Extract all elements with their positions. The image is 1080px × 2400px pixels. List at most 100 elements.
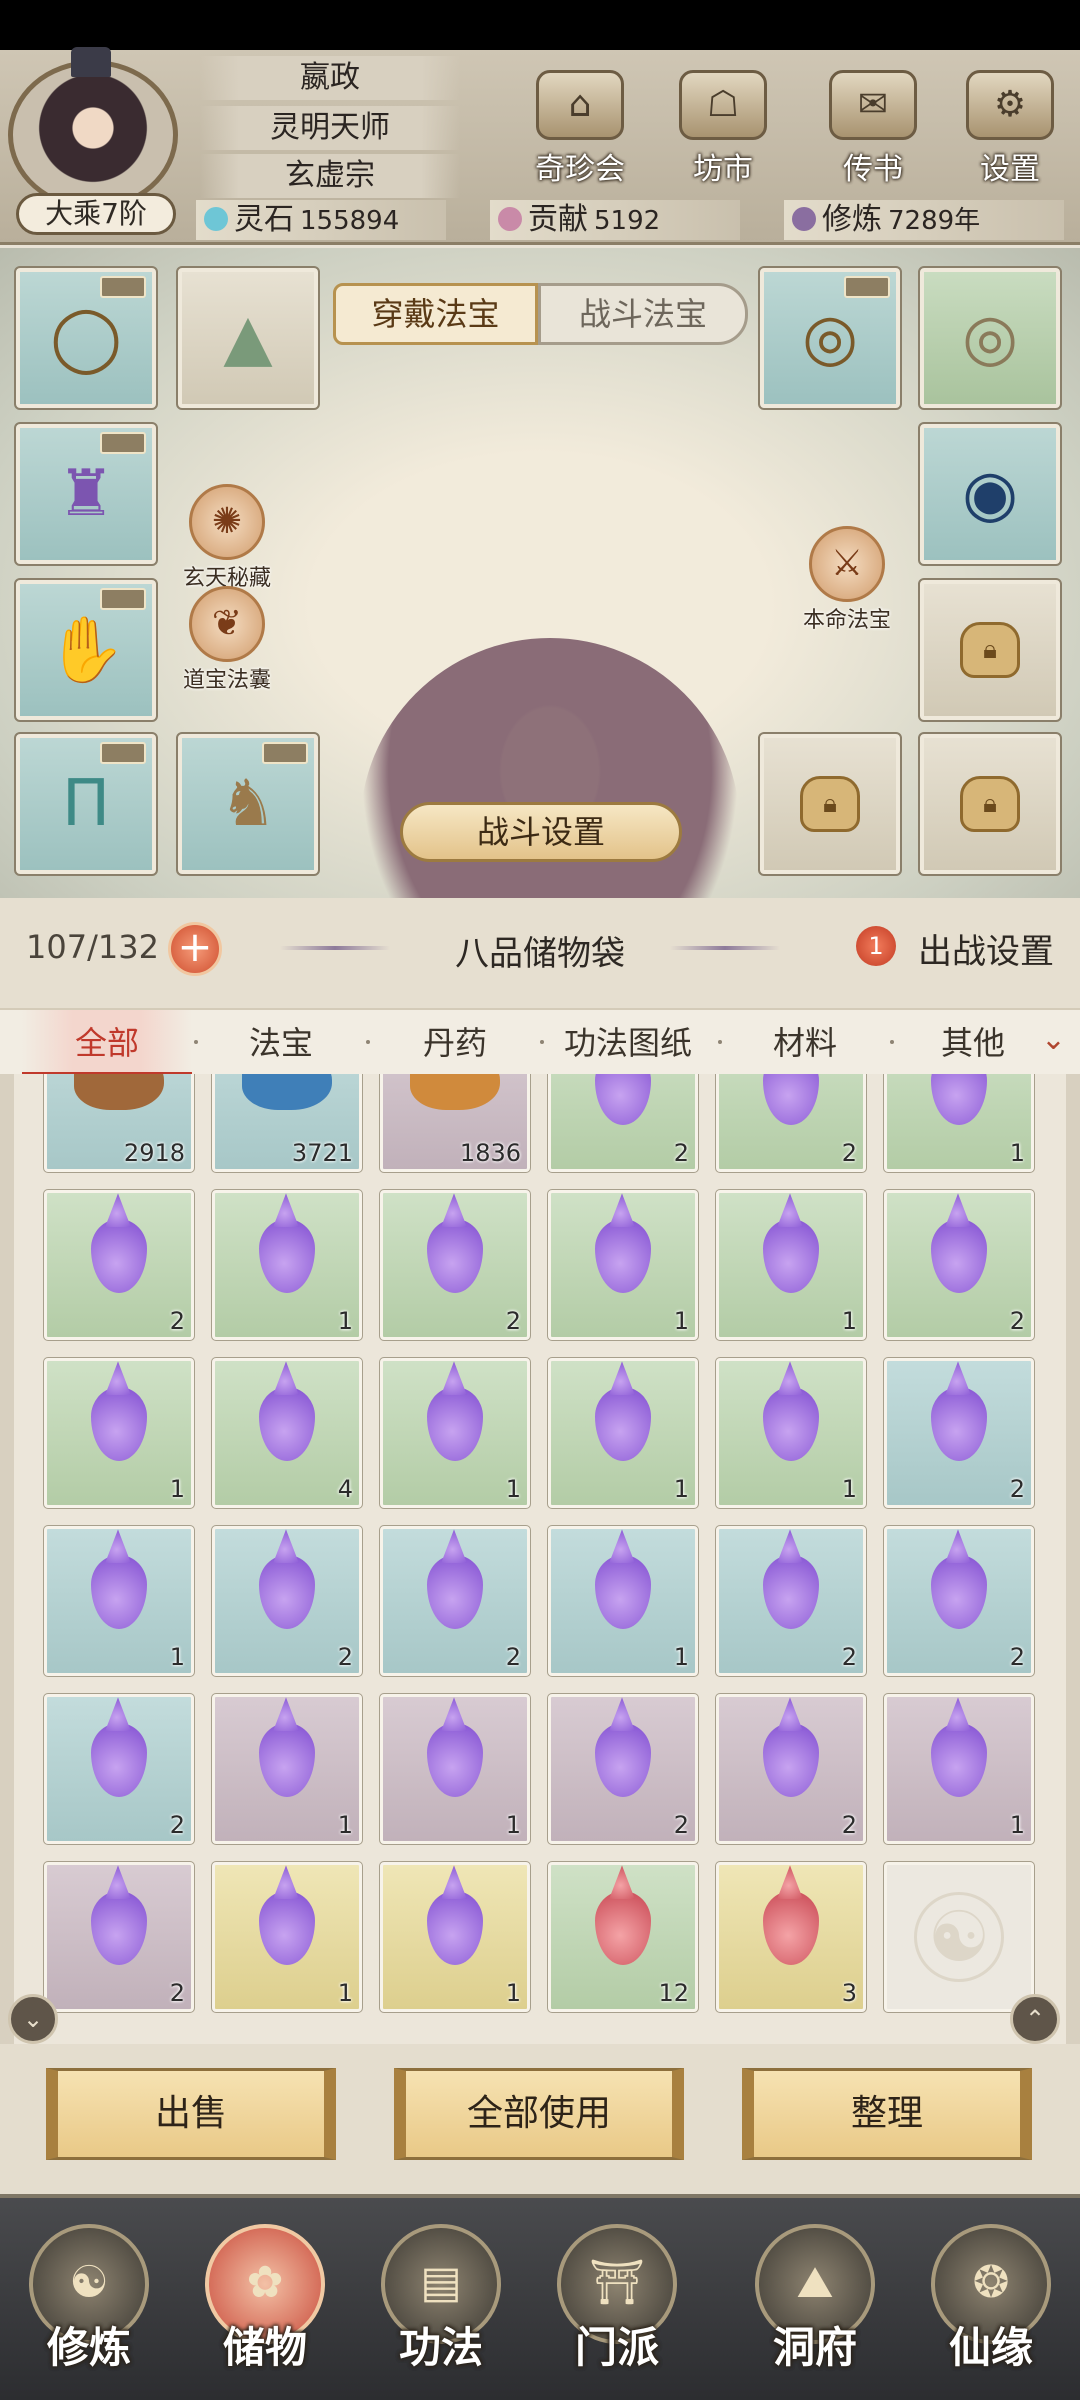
inventory-item[interactable]: 1 [883,1074,1035,1173]
inventory-item[interactable]: 2 [715,1525,867,1677]
tab-treasures[interactable]: 法宝 [196,1010,366,1076]
expand-bag-button[interactable]: + [168,922,222,976]
inventory-item[interactable]: 12 [547,1861,699,2013]
item-count: 2 [169,1811,185,1839]
inventory-item[interactable]: 1 [211,1189,363,1341]
inventory-item[interactable]: 2 [883,1525,1035,1677]
inventory-item[interactable]: 1 [43,1357,195,1509]
tab-materials[interactable]: 材料 [720,1010,890,1076]
item-count: 12 [658,1979,689,2007]
inventory-item[interactable]: 1 [43,1525,195,1677]
inventory-item[interactable]: 2 [43,1693,195,1845]
nav-sect[interactable]: ⛩ 门派 [542,2224,692,2394]
inventory-item[interactable]: 1 [211,1861,363,2013]
robe-slot[interactable]: ♜ [14,422,158,566]
player-name: 嬴政 [200,56,460,100]
inventory-item[interactable]: 2 [43,1189,195,1341]
item-count: 2918 [123,1139,185,1167]
inventory-item[interactable]: 2 [883,1357,1035,1509]
inventory-item[interactable]: 2 [211,1525,363,1677]
spirit-essence-drop-icon [427,1555,483,1630]
inventory-item[interactable]: 1 [715,1357,867,1509]
inventory-item[interactable]: 1 [547,1189,699,1341]
nav-cave[interactable]: ⛰ 洞府 [740,2224,890,2394]
hat-slot[interactable]: ▲ [176,266,320,410]
spirit-essence-drop-icon [427,1723,483,1798]
ring-slot-1[interactable]: ◎ [758,266,902,410]
inventory-item[interactable]: 1 [883,1693,1035,1845]
inventory-item[interactable]: 1 [211,1693,363,1845]
gauntlet-slot[interactable]: ✋ [14,578,158,722]
locked-slot-2[interactable]: 🔒︎ [758,732,902,876]
spirit-essence-drop-icon [595,1219,651,1294]
inventory-item[interactable]: 1 [547,1357,699,1509]
action-bar: 出售 全部使用 整理 [0,2044,1080,2194]
meditation-icon [792,206,816,231]
tab-manuals[interactable]: 功法图纸 [528,1010,728,1076]
nav-manuals[interactable]: ▤ 功法 [366,2224,516,2394]
natal-treasure-button[interactable]: ⚔ 本命法宝 [772,526,922,634]
ring-slot-3[interactable]: ◉ [918,422,1062,566]
nav-cultivate[interactable]: ☯ 修炼 [14,2224,164,2394]
player-header: 大乘7阶 嬴政 灵明天师 玄虚宗 ⌂ 奇珍会 ☖ 坊市 ✉ 传书 ⚙ 设置 灵石… [0,47,1080,245]
chevron-down-icon[interactable]: ⌄ [1041,1022,1066,1057]
pants-slot[interactable]: Π [14,732,158,876]
nav-fate[interactable]: ❂ 仙缘 [916,2224,1066,2394]
inventory-item[interactable]: 2 [547,1693,699,1845]
market-button[interactable]: ☖ 坊市 [668,70,778,190]
inventory-item[interactable]: 1 [547,1525,699,1677]
battle-settings-button[interactable]: 战斗设置 [400,802,682,862]
tab-battle-treasures[interactable]: 战斗法宝 [538,283,748,345]
qizhenhui-button[interactable]: ⌂ 奇珍会 [525,70,635,190]
inventory-item[interactable]: 1 [379,1357,531,1509]
tab-all[interactable]: 全部 [22,1010,192,1076]
settings-button[interactable]: ⚙ 设置 [955,70,1065,190]
item-count: 2 [841,1811,857,1839]
inventory-item[interactable]: 3 [715,1861,867,2013]
locked-slot-1[interactable]: 🔒︎ [918,578,1062,722]
inventory-item[interactable]: 2 [379,1189,531,1341]
inventory-item[interactable]: 1 [379,1693,531,1845]
scroll-up-button[interactable]: ⌃ [1010,1994,1060,2044]
spirit-essence-drop-icon [595,1387,651,1462]
inventory-item[interactable]: 2918 [43,1074,195,1173]
lock-icon: 🔒︎ [800,776,860,832]
mail-button[interactable]: ✉ 传书 [818,70,928,190]
necklace-slot[interactable]: ◯ [14,266,158,410]
inventory-item[interactable]: 3721 [211,1074,363,1173]
tab-pills[interactable]: 丹药 [370,1010,540,1076]
spirit-essence-drop-icon [931,1387,987,1462]
inventory-item[interactable]: 2 [379,1525,531,1677]
item-count: 3721 [291,1139,353,1167]
inventory-item[interactable]: 4 [211,1357,363,1509]
inventory-item[interactable]: 2 [715,1693,867,1845]
xuantian-treasury-button[interactable]: ✺ 玄天秘藏 [152,484,302,592]
inventory-item[interactable]: 2 [43,1861,195,2013]
inventory-item[interactable]: 1 [715,1189,867,1341]
scroll-down-button[interactable]: ⌄ [8,1994,58,2044]
inventory-item[interactable]: 2 [883,1189,1035,1341]
tab-other[interactable]: 其他 [888,1010,1058,1076]
inventory-item[interactable]: 2 [547,1074,699,1173]
deploy-settings-button[interactable]: 出战设置 [918,924,1054,973]
sword-icon: ⚔ [809,526,885,602]
ring-slot-2[interactable]: ◎ [918,266,1062,410]
dao-treasure-pouch-button[interactable]: ❦ 道宝法囊 [152,586,302,694]
spirit-essence-drop-icon [91,1891,147,1966]
inventory-item[interactable]: 1 [379,1861,531,2013]
player-avatar[interactable] [8,47,178,210]
use-all-button[interactable]: 全部使用 [394,2068,684,2160]
item-count: 2 [169,1307,185,1335]
tab-worn-treasures[interactable]: 穿戴法宝 [333,283,538,345]
sort-button[interactable]: 整理 [742,2068,1032,2160]
locked-slot-3[interactable]: 🔒︎ [918,732,1062,876]
sell-button[interactable]: 出售 [46,2068,336,2160]
player-sect: 玄虚宗 [200,154,460,198]
inventory-item[interactable]: 2 [715,1074,867,1173]
inventory-item[interactable]: 1836 [379,1074,531,1173]
boots-slot[interactable]: ♞ [176,732,320,876]
item-count: 2 [337,1643,353,1671]
item-count: 2 [505,1643,521,1671]
nav-storage[interactable]: ✿ 储物 [190,2224,340,2394]
spirit-stone-icon [204,206,228,231]
